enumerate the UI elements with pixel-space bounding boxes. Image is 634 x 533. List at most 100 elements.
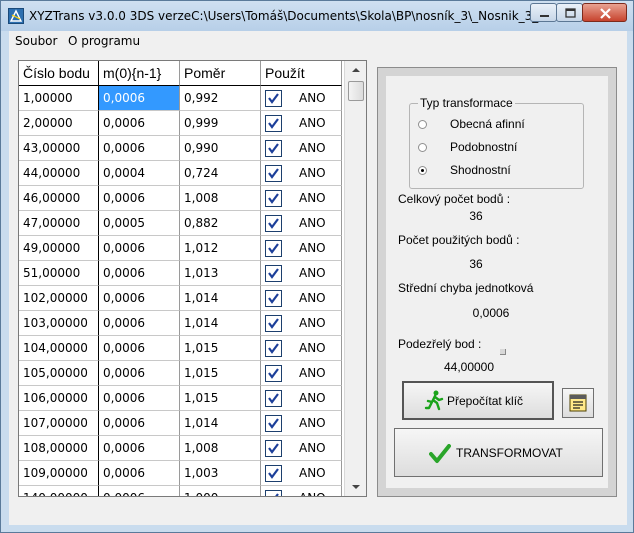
header-cislo-bodu[interactable]: Číslo bodu — [19, 61, 99, 86]
cell-ratio[interactable]: 1,015 — [180, 361, 261, 386]
cell-use[interactable]: ANO — [261, 186, 342, 211]
use-checkbox[interactable] — [265, 190, 282, 207]
cell-m0[interactable]: 0,0006 — [99, 136, 180, 161]
cell-use[interactable]: ANO — [261, 486, 342, 496]
cell-ratio[interactable]: 0,724 — [180, 161, 261, 186]
cell-ratio[interactable]: 1,013 — [180, 261, 261, 286]
scroll-down-arrow-icon[interactable] — [345, 478, 367, 496]
cell-point-id[interactable]: 106,00000 — [19, 386, 99, 411]
cell-use[interactable]: ANO — [261, 386, 342, 411]
cell-ratio[interactable]: 1,014 — [180, 286, 261, 311]
cell-ratio[interactable]: 0,882 — [180, 211, 261, 236]
cell-ratio[interactable]: 1,015 — [180, 336, 261, 361]
use-checkbox[interactable] — [265, 215, 282, 232]
cell-ratio[interactable]: 1,008 — [180, 436, 261, 461]
cell-m0[interactable]: 0,0005 — [99, 211, 180, 236]
cell-ratio[interactable]: 0,992 — [180, 86, 261, 111]
cell-m0[interactable]: 0,0004 — [99, 161, 180, 186]
cell-point-id[interactable]: 102,00000 — [19, 286, 99, 311]
menu-o-programu[interactable]: O programu — [68, 34, 140, 48]
use-checkbox[interactable] — [265, 340, 282, 357]
cell-point-id[interactable]: 109,00000 — [19, 461, 99, 486]
cell-m0[interactable]: 0,0006 — [99, 186, 180, 211]
cell-use[interactable]: ANO — [261, 161, 342, 186]
cell-use[interactable]: ANO — [261, 136, 342, 161]
use-checkbox[interactable] — [265, 140, 282, 157]
cell-m0[interactable]: 0,0006 — [99, 336, 180, 361]
cell-ratio[interactable]: 1,003 — [180, 461, 261, 486]
use-checkbox[interactable] — [265, 365, 282, 382]
use-checkbox[interactable] — [265, 390, 282, 407]
use-checkbox[interactable] — [265, 265, 282, 282]
radio-shodnostni[interactable] — [418, 166, 427, 175]
cell-use[interactable]: ANO — [261, 236, 342, 261]
recalc-button[interactable]: Přepočítat klíč — [402, 381, 554, 420]
cell-point-id[interactable]: 140,00000 — [19, 486, 99, 496]
radio-label-podobnostni[interactable]: Podobnostní — [450, 140, 517, 154]
maximize-button[interactable] — [556, 3, 583, 22]
radio-obecna-afinni[interactable] — [418, 120, 427, 129]
cell-point-id[interactable]: 43,00000 — [19, 136, 99, 161]
cell-ratio[interactable]: 1,012 — [180, 236, 261, 261]
cell-ratio[interactable]: 0,990 — [180, 136, 261, 161]
cell-ratio[interactable]: 1,014 — [180, 411, 261, 436]
cell-use[interactable]: ANO — [261, 311, 342, 336]
cell-use[interactable]: ANO — [261, 111, 342, 136]
cell-m0[interactable]: 0,0006 — [99, 111, 180, 136]
cell-m0[interactable]: 0,0006 — [99, 311, 180, 336]
use-checkbox[interactable] — [265, 240, 282, 257]
cell-point-id[interactable]: 104,00000 — [19, 336, 99, 361]
cell-m0[interactable]: 0,0006 — [99, 286, 180, 311]
cell-use[interactable]: ANO — [261, 361, 342, 386]
cell-m0[interactable]: 0,0006 — [99, 236, 180, 261]
minimize-button[interactable] — [530, 3, 557, 22]
radio-podobnostni[interactable] — [418, 143, 427, 152]
header-pomer[interactable]: Poměr — [180, 61, 261, 86]
radio-label-obecna-afinni[interactable]: Obecná afinní — [450, 117, 525, 131]
use-checkbox[interactable] — [265, 440, 282, 457]
cell-point-id[interactable]: 47,00000 — [19, 211, 99, 236]
cell-point-id[interactable]: 108,00000 — [19, 436, 99, 461]
cell-point-id[interactable]: 1,00000 — [19, 86, 99, 111]
cell-use[interactable]: ANO — [261, 336, 342, 361]
header-m0[interactable]: m(0){n-1} — [99, 61, 180, 86]
cell-ratio[interactable]: 1,014 — [180, 311, 261, 336]
cell-m0[interactable]: 0,0006 — [99, 261, 180, 286]
cell-use[interactable]: ANO — [261, 211, 342, 236]
cell-m0[interactable]: 0,0006 — [99, 411, 180, 436]
cell-point-id[interactable]: 44,00000 — [19, 161, 99, 186]
cell-point-id[interactable]: 2,00000 — [19, 111, 99, 136]
use-checkbox[interactable] — [265, 165, 282, 182]
points-table[interactable]: Číslo bodu m(0){n-1} Poměr Použít 1,0000… — [18, 60, 367, 497]
cell-use[interactable]: ANO — [261, 261, 342, 286]
cell-m0[interactable]: 0,0006 — [99, 486, 180, 496]
scroll-up-arrow-icon[interactable] — [345, 61, 367, 79]
cell-m0[interactable]: 0,0006 — [99, 436, 180, 461]
cell-point-id[interactable]: 107,00000 — [19, 411, 99, 436]
scrollbar-thumb[interactable] — [348, 81, 364, 101]
transform-button[interactable]: TRANSFORMOVAT — [394, 428, 603, 477]
cell-m0[interactable]: 0,0006 — [99, 461, 180, 486]
cell-use[interactable]: ANO — [261, 286, 342, 311]
cell-ratio[interactable]: 1,008 — [180, 186, 261, 211]
cell-use[interactable]: ANO — [261, 436, 342, 461]
cell-use[interactable]: ANO — [261, 411, 342, 436]
use-checkbox[interactable] — [265, 415, 282, 432]
cell-ratio[interactable]: 0,999 — [180, 111, 261, 136]
cell-point-id[interactable]: 46,00000 — [19, 186, 99, 211]
notes-button[interactable] — [562, 388, 594, 418]
use-checkbox[interactable] — [265, 315, 282, 332]
table-scrollbar[interactable] — [344, 61, 367, 496]
title-bar[interactable]: XYZTrans v3.0.0 3DS verzeC:\Users\Tomáš\… — [1, 1, 633, 31]
cell-point-id[interactable]: 103,00000 — [19, 311, 99, 336]
cell-ratio[interactable]: 1,000 — [180, 486, 261, 496]
cell-use[interactable]: ANO — [261, 461, 342, 486]
radio-label-shodnostni[interactable]: Shodnostní — [450, 163, 511, 177]
cell-point-id[interactable]: 49,00000 — [19, 236, 99, 261]
cell-m0[interactable]: 0,0006 — [99, 361, 180, 386]
close-button[interactable] — [582, 3, 627, 22]
use-checkbox[interactable] — [265, 465, 282, 482]
menu-soubor[interactable]: Soubor — [15, 34, 57, 48]
cell-m0[interactable]: 0,0006 — [99, 86, 180, 111]
use-checkbox[interactable] — [265, 290, 282, 307]
